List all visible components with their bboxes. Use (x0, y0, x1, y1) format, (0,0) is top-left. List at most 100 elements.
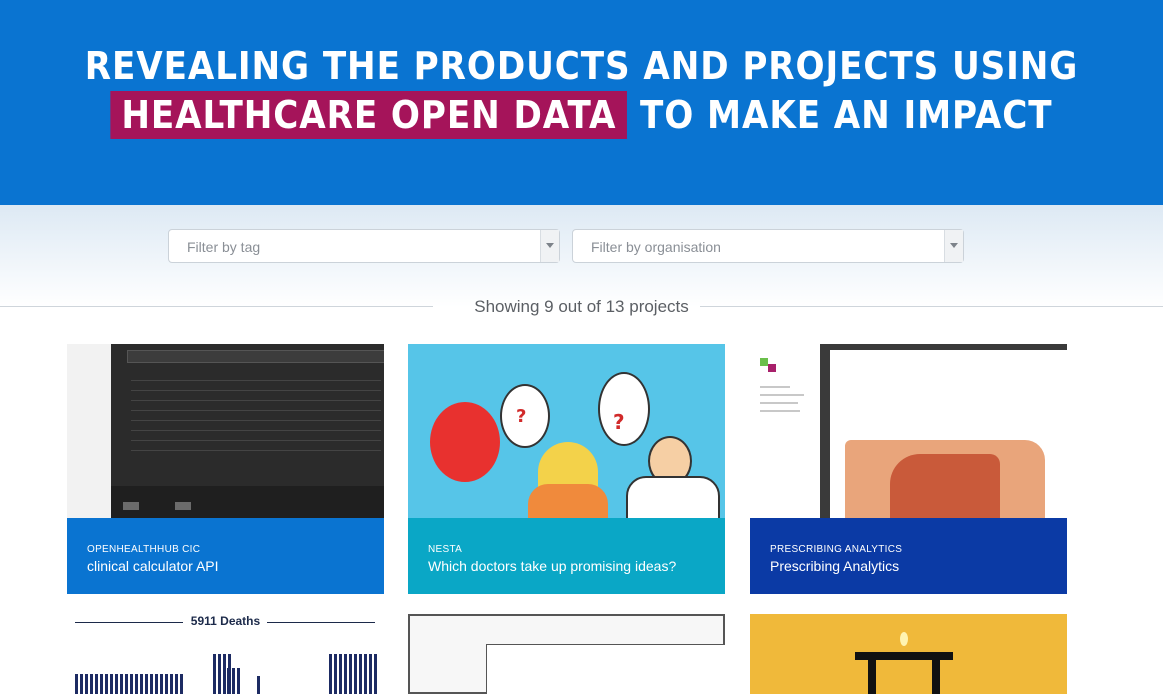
screenshot-sidebar (750, 344, 820, 518)
project-card-caption: OPENHEALTHHUB CIC clinical calculator AP… (67, 518, 384, 594)
person-icon (232, 668, 235, 694)
project-thumbnail (408, 614, 725, 694)
person-icon (339, 654, 342, 694)
project-card-caption: NESTA Which doctors take up promising id… (408, 518, 725, 594)
screenshot-row (131, 420, 381, 421)
person-icon (140, 674, 143, 694)
logo-icon (760, 358, 768, 366)
project-card[interactable]: 5911 Deaths (67, 614, 384, 694)
screenshot-line (760, 410, 800, 412)
project-organisation: NESTA (428, 544, 463, 555)
person-icon (95, 674, 98, 694)
person-icon (180, 674, 183, 694)
results-summary: Showing 9 out of 13 projects (474, 297, 689, 316)
screenshot-line (760, 402, 798, 404)
project-organisation: PRESCRIBING ANALYTICS (770, 544, 903, 555)
person-icon (334, 654, 337, 694)
hero-highlight: HEALTHCARE OPEN DATA (110, 91, 628, 139)
project-card[interactable] (750, 614, 1067, 694)
filter-organisation-placeholder: Filter by organisation (591, 239, 721, 255)
person-icon (135, 674, 138, 694)
person-icon (175, 674, 178, 694)
project-title[interactable]: Prescribing Analytics (770, 558, 1047, 574)
person-icon (359, 654, 362, 694)
person-icon (115, 674, 118, 694)
person-icon (125, 674, 128, 694)
screenshot-button (123, 502, 139, 510)
person-icon (105, 674, 108, 694)
project-title[interactable]: Which doctors take up promising ideas? (428, 558, 705, 574)
person-icon (75, 674, 78, 694)
illustration-woman-body (528, 484, 608, 518)
person-icon (155, 674, 158, 694)
hero-headline-line2: HEALTHCARE OPEN DATA TO MAKE AN IMPACT (58, 91, 1105, 139)
chevron-down-icon[interactable] (944, 230, 963, 262)
person-icon (100, 674, 103, 694)
project-card[interactable]: PRESCRIBING ANALYTICS Prescribing Analyt… (750, 344, 1067, 594)
person-icon (160, 674, 163, 694)
person-icon (349, 654, 352, 694)
person-icon (110, 674, 113, 694)
person-icon (85, 674, 88, 694)
person-icon (213, 654, 216, 694)
person-icon (227, 668, 230, 694)
project-title[interactable]: clinical calculator API (87, 558, 364, 574)
screenshot-footer (111, 486, 384, 518)
person-icon (344, 654, 347, 694)
project-thumbnail (750, 614, 1067, 694)
project-card[interactable]: ? ? NESTA Which doctors take up promisin… (408, 344, 725, 594)
person-icon (257, 676, 260, 694)
screenshot-row (131, 380, 381, 381)
filter-tag-placeholder: Filter by tag (187, 239, 261, 255)
screenshot-button (175, 502, 191, 510)
screenshot-url-bar (127, 350, 384, 363)
project-card[interactable]: OPENHEALTHHUB CIC clinical calculator AP… (67, 344, 384, 594)
screenshot-row (131, 450, 381, 451)
project-thumbnail (67, 344, 384, 518)
project-thumbnail: 5911 Deaths (67, 614, 384, 694)
person-icon (364, 654, 367, 694)
person-icon (223, 654, 226, 694)
person-icon (369, 654, 372, 694)
screenshot-row (131, 400, 381, 401)
person-icon (374, 654, 377, 694)
screenshot-row (131, 440, 381, 441)
question-mark-icon: ? (516, 406, 527, 427)
logo-icon (768, 364, 776, 372)
project-card[interactable] (408, 614, 725, 694)
stool-leg (868, 660, 876, 694)
person-icon (150, 674, 153, 694)
person-icon (170, 674, 173, 694)
chevron-down-icon[interactable] (540, 230, 559, 262)
filter-by-organisation-select[interactable]: Filter by organisation (572, 229, 964, 263)
map-frame (486, 644, 725, 694)
project-organisation: OPENHEALTHHUB CIC (87, 544, 201, 555)
filter-by-tag-select[interactable]: Filter by tag (168, 229, 560, 263)
hero-banner: REVEALING THE PRODUCTS AND PROJECTS USIN… (0, 0, 1163, 205)
project-thumbnail (750, 344, 1067, 518)
screenshot-row (131, 410, 381, 411)
project-thumbnail: ? ? (408, 344, 725, 522)
person-icon (80, 674, 83, 694)
person-icon (145, 674, 148, 694)
person-icon (165, 674, 168, 694)
person-icon (90, 674, 93, 694)
project-card-caption: PRESCRIBING ANALYTICS Prescribing Analyt… (750, 518, 1067, 594)
stool-leg (932, 660, 940, 694)
question-mark-icon: ? (613, 410, 625, 434)
person-icon (120, 674, 123, 694)
stool-icon (855, 652, 953, 660)
screenshot-sidebar (67, 344, 111, 518)
hero-headline-rest: TO MAKE AN IMPACT (640, 93, 1053, 137)
flame-icon (900, 632, 908, 646)
map-region (890, 454, 1000, 518)
hero-headline-line1: REVEALING THE PRODUCTS AND PROJECTS USIN… (84, 44, 1079, 88)
screenshot-line (760, 386, 790, 388)
illustration-doctor (626, 476, 720, 522)
screenshot-row (131, 390, 381, 391)
screenshot-row (131, 430, 381, 431)
person-icon (218, 654, 221, 694)
person-icon (130, 674, 133, 694)
person-icon (329, 654, 332, 694)
screenshot-line (760, 394, 804, 396)
